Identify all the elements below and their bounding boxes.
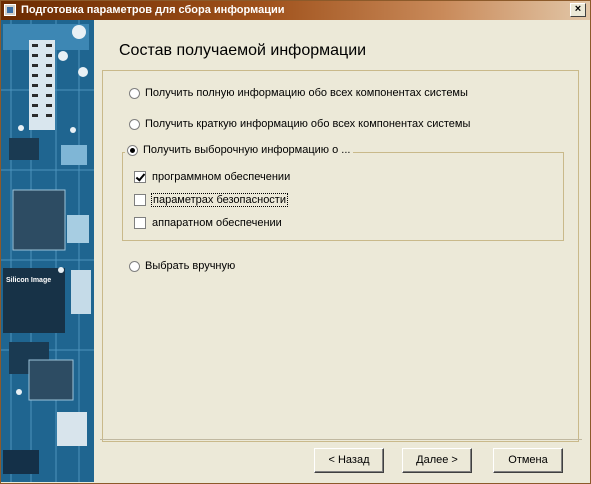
radio-button[interactable] [129, 260, 140, 272]
checkbox-hardware[interactable]: аппаратном обеспечении [134, 217, 282, 229]
radio-button[interactable] [129, 118, 140, 130]
window-title: Подготовка параметров для сбора информац… [21, 4, 285, 16]
option-label: Выбрать вручную [145, 260, 236, 272]
footer-separator [100, 439, 582, 440]
checkbox-security[interactable]: параметрах безопасности [134, 193, 288, 207]
checkbox-label: аппаратном обеспечении [152, 217, 282, 229]
option-selective-info[interactable]: Получить выборочную информацию о ... [125, 144, 354, 156]
page-heading: Состав получаемой информации [119, 42, 367, 59]
option-label: Получить полную информацию обо всех комп… [145, 87, 468, 99]
back-button[interactable]: < Назад [314, 448, 384, 473]
radio-button-selected[interactable] [127, 144, 138, 156]
circuit-board-image: Silicon Image [1, 20, 94, 482]
checkbox-unchecked[interactable] [134, 217, 146, 229]
cancel-button[interactable]: Отмена [493, 448, 563, 473]
title-bar[interactable]: Подготовка параметров для сбора информац… [1, 1, 590, 20]
app-icon [4, 4, 16, 16]
next-button[interactable]: Далее > [402, 448, 472, 473]
checkbox-label: параметрах безопасности [151, 193, 288, 207]
option-label: Получить выборочную информацию о ... [143, 144, 351, 156]
option-label: Получить краткую информацию обо всех ком… [145, 118, 471, 130]
option-brief-info[interactable]: Получить краткую информацию обо всех ком… [129, 118, 470, 130]
svg-text:Silicon Image: Silicon Image [6, 277, 51, 284]
close-button[interactable]: × [570, 3, 586, 17]
option-manual[interactable]: Выбрать вручную [129, 260, 235, 272]
checkbox-checked[interactable] [134, 171, 146, 183]
option-full-info[interactable]: Получить полную информацию обо всех комп… [129, 87, 468, 99]
checkbox-software[interactable]: программном обеспечении [134, 171, 290, 183]
checkbox-label: программном обеспечении [152, 171, 291, 183]
dialog-window: Подготовка параметров для сбора информац… [0, 0, 591, 484]
radio-button[interactable] [129, 87, 140, 99]
checkbox-unchecked[interactable] [134, 194, 146, 206]
